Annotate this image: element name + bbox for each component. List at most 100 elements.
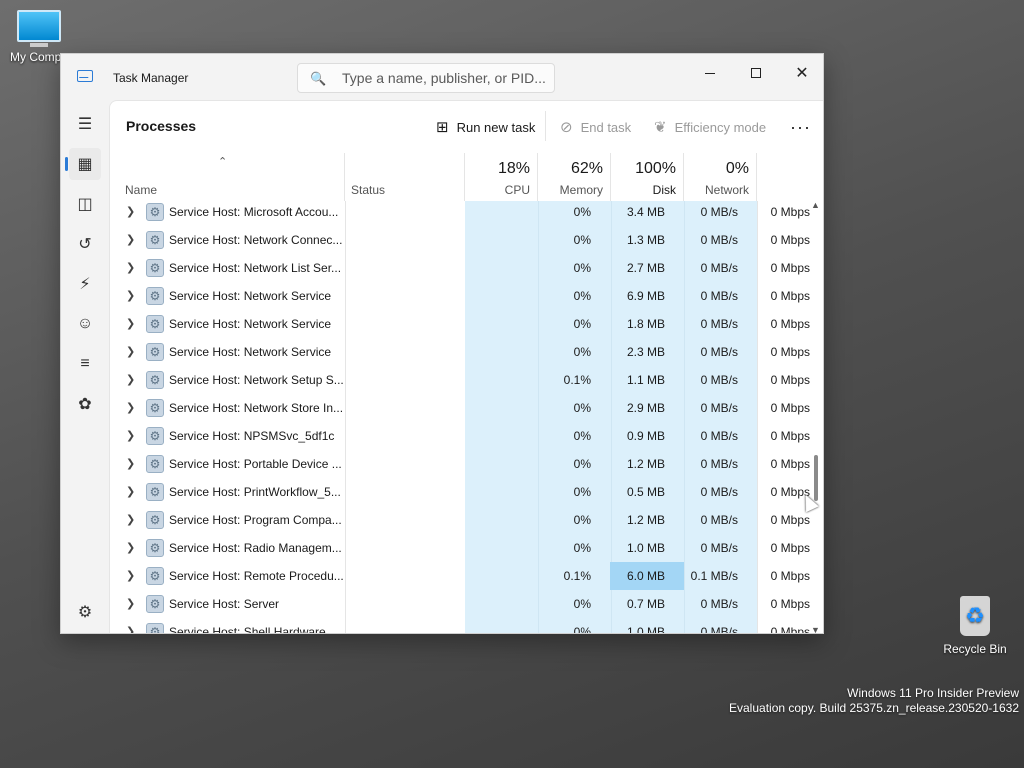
scroll-up-icon[interactable]: ▲ [811,200,820,210]
process-row[interactable]: ❯ ⚙ Service Host: Network Store In... 0% 2.9… [110,394,810,422]
column-disk[interactable]: 100% Disk [611,153,684,201]
disk-value: 0 MB/s [700,345,738,359]
disk-value: 0 MB/s [700,233,738,247]
search-input[interactable] [342,69,547,87]
more-options-button[interactable]: ··· [790,115,811,139]
process-name: Service Host: Remote Procedu... [169,569,344,583]
process-row[interactable]: ❯ ⚙ Service Host: Portable Device ... 0% 1.2… [110,450,810,478]
service-host-icon: ⚙ [146,511,164,529]
memory-value: 6.0 MB [626,569,665,583]
scrollbar-thumb[interactable] [814,455,818,501]
network-value: 0 Mbps [770,373,810,387]
column-memory[interactable]: 62% Memory [538,153,611,201]
column-network[interactable]: 0% Network [684,153,757,201]
cpu-value: 0% [573,233,591,247]
network-value: 0 Mbps [770,401,810,415]
service-host-icon: ⚙ [146,567,164,585]
maximize-button[interactable] [733,58,779,88]
process-name: Service Host: Portable Device ... [169,457,342,471]
process-name: Service Host: Microsoft Accou... [169,205,339,219]
recycle-bin-label: Recycle Bin [943,642,1007,656]
process-row[interactable]: ❯ ⚙ Service Host: Microsoft Accou... 0% 3.4 … [110,201,810,226]
minimize-button[interactable] [687,58,733,88]
cpu-value: 0% [573,597,591,611]
process-row[interactable]: ❯ ⚙ Service Host: Radio Managem... 0% 1.0 MB… [110,534,810,562]
process-row[interactable]: ❯ ⚙ Service Host: Server 0% 0.7 MB 0 MB/s 0 Mb… [110,590,810,618]
recycle-bin-desktop-icon[interactable]: ♻ Recycle Bin [938,596,1012,656]
service-host-icon: ⚙ [146,399,164,417]
process-name: Service Host: NPSMSvc_5df1c [169,429,335,443]
process-row[interactable]: ❯ ⚙ Service Host: Network Service 0% 2.3 MB 0… [110,338,810,366]
nav-app-history[interactable]: ↺ [69,228,101,260]
expand-chevron-icon[interactable]: ❯ [126,513,135,526]
navigation-pane: ☰ ▦ ◫ ↺ ⚡ ☺ ≡ ✿ ⚙ [61,100,109,633]
nav-details[interactable]: ≡ [69,348,101,380]
disk-value: 0 MB/s [700,317,738,331]
disk-value: 0 MB/s [700,205,738,219]
efficiency-mode-button[interactable]: ❦ Efficiency mode [654,115,766,139]
vertical-scrollbar[interactable]: ▲ ▼ [809,200,823,633]
expand-chevron-icon[interactable]: ❯ [126,373,135,386]
network-value: 0 Mbps [770,345,810,359]
disk-value: 0 MB/s [700,513,738,527]
search-box[interactable]: 🔍 [297,63,555,93]
nav-users[interactable]: ☺ [69,308,101,340]
column-name[interactable]: ⌃ Name [110,153,345,201]
process-row[interactable]: ❯ ⚙ Service Host: Remote Procedu... 0.1% 6.0… [110,562,810,590]
service-host-icon: ⚙ [146,259,164,277]
expand-chevron-icon[interactable]: ❯ [126,625,135,633]
windows-watermark: Windows 11 Pro Insider Preview Evaluatio… [729,686,1019,716]
expand-chevron-icon[interactable]: ❯ [126,289,135,302]
service-host-icon: ⚙ [146,315,164,333]
memory-value: 1.3 MB [626,233,665,247]
expand-chevron-icon[interactable]: ❯ [126,541,135,554]
process-row[interactable]: ❯ ⚙ Service Host: Network List Ser... 0% 2.7… [110,254,810,282]
memory-value: 2.9 MB [626,401,665,415]
expand-chevron-icon[interactable]: ❯ [126,569,135,582]
process-row[interactable]: ❯ ⚙ Service Host: Network Setup S... 0.1% 1.… [110,366,810,394]
title-bar[interactable]: Task Manager 🔍 ✕ [61,54,823,100]
cpu-value: 0% [573,541,591,555]
end-task-label: End task [580,119,632,135]
run-new-task-button[interactable]: ⊞ Run new task [436,115,535,139]
process-row[interactable]: ❯ ⚙ Service Host: Network Connec... 0% 1.3 M… [110,226,810,254]
column-cpu[interactable]: 18% CPU [465,153,538,201]
expand-chevron-icon[interactable]: ❯ [126,317,135,330]
nav-performance[interactable]: ◫ [69,188,101,220]
nav-settings[interactable]: ⚙ [69,596,101,628]
nav-processes[interactable]: ▦ [65,148,101,180]
end-task-icon: ⊘ [560,119,573,136]
process-row[interactable]: ❯ ⚙ Service Host: NPSMSvc_5df1c 0% 0.9 MB 0 M… [110,422,810,450]
expand-chevron-icon[interactable]: ❯ [126,261,135,274]
nav-services[interactable]: ✿ [69,388,101,420]
expand-chevron-icon[interactable]: ❯ [126,457,135,470]
process-name: Service Host: Network Service [169,317,332,331]
expand-chevron-icon[interactable]: ❯ [126,233,135,246]
expand-chevron-icon[interactable]: ❯ [126,429,135,442]
expand-chevron-icon[interactable]: ❯ [126,401,135,414]
memory-value: 1.0 MB [626,541,665,555]
process-row[interactable]: ❯ ⚙ Service Host: PrintWorkflow_5... 0% 0.5 … [110,478,810,506]
process-row[interactable]: ❯ ⚙ Service Host: Network Service 0% 1.8 MB 0… [110,310,810,338]
process-row[interactable]: ❯ ⚙ Service Host: Network Service 0% 6.9 MB 0… [110,282,810,310]
process-row[interactable]: ❯ ⚙ Service Host: Shell Hardware ... 0% 1.0 … [110,618,810,633]
sort-up-icon: ⌃ [218,156,228,168]
expand-chevron-icon[interactable]: ❯ [126,205,135,218]
nav-menu-button[interactable]: ☰ [69,108,101,140]
end-task-button[interactable]: ⊘ End task [560,115,631,139]
column-status[interactable]: Status [345,153,465,201]
close-button[interactable]: ✕ [779,58,823,88]
memory-total: 62% [570,160,603,177]
scroll-down-icon[interactable]: ▼ [811,625,820,633]
nav-startup-apps[interactable]: ⚡ [69,268,101,300]
service-host-icon: ⚙ [146,455,164,473]
expand-chevron-icon[interactable]: ❯ [126,597,135,610]
expand-chevron-icon[interactable]: ❯ [126,345,135,358]
watermark-build: Evaluation copy. Build 25375.zn_release.… [729,701,1019,715]
memory-value: 2.3 MB [626,345,665,359]
memory-value: 1.8 MB [626,317,665,331]
maximize-icon [751,68,761,78]
process-name: Service Host: Network Store In... [169,401,344,415]
expand-chevron-icon[interactable]: ❯ [126,485,135,498]
process-row[interactable]: ❯ ⚙ Service Host: Program Compa... 0% 1.2 MB… [110,506,810,534]
